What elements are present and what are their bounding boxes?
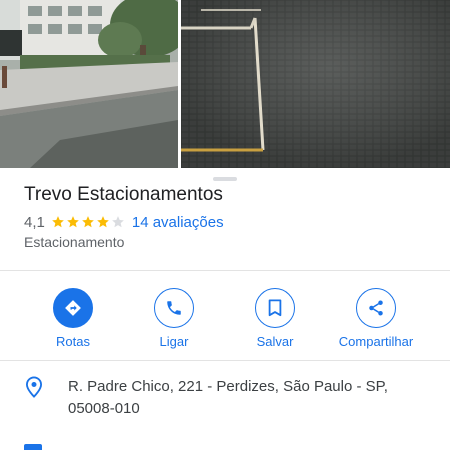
star-icon [97,216,109,228]
action-bar: Rotas Ligar Salvar Compartilhar [0,288,450,352]
parking-lot-photo[interactable] [181,0,450,168]
save-label: Salvar [256,334,294,349]
photo-strip[interactable] [0,0,450,168]
reviews-link[interactable]: 14 avaliações [132,214,224,231]
phone-icon [154,288,194,328]
directions-label: Rotas [56,334,90,349]
directions-icon [53,288,93,328]
rating-row: 4,1 14 avaliações [24,212,224,232]
share-button[interactable]: Compartilhar [326,288,426,349]
star-rating [51,215,126,229]
place-category: Estacionamento [24,234,125,250]
location-pin-icon [24,376,44,398]
star-icon [82,216,94,228]
star-icon [52,216,64,228]
place-title: Trevo Estacionamentos [24,184,223,205]
drag-handle[interactable] [213,177,237,181]
address-text: R. Padre Chico, 221 - Perdizes, São Paul… [68,378,388,417]
bookmark-icon [255,288,295,328]
star-icon [67,216,79,228]
street-view-photo[interactable] [0,0,178,168]
star-icon [112,216,124,228]
divider [0,270,450,271]
call-label: Ligar [159,334,189,349]
street-view-image [0,0,178,168]
directions-button[interactable]: Rotas [23,288,123,349]
share-label: Compartilhar [338,334,414,349]
parking-lot-image [181,0,450,168]
next-row-icon [24,444,42,450]
rating-value: 4,1 [24,213,45,231]
save-button[interactable]: Salvar [225,288,325,349]
call-button[interactable]: Ligar [124,288,224,349]
divider [0,360,450,361]
share-icon [356,288,396,328]
